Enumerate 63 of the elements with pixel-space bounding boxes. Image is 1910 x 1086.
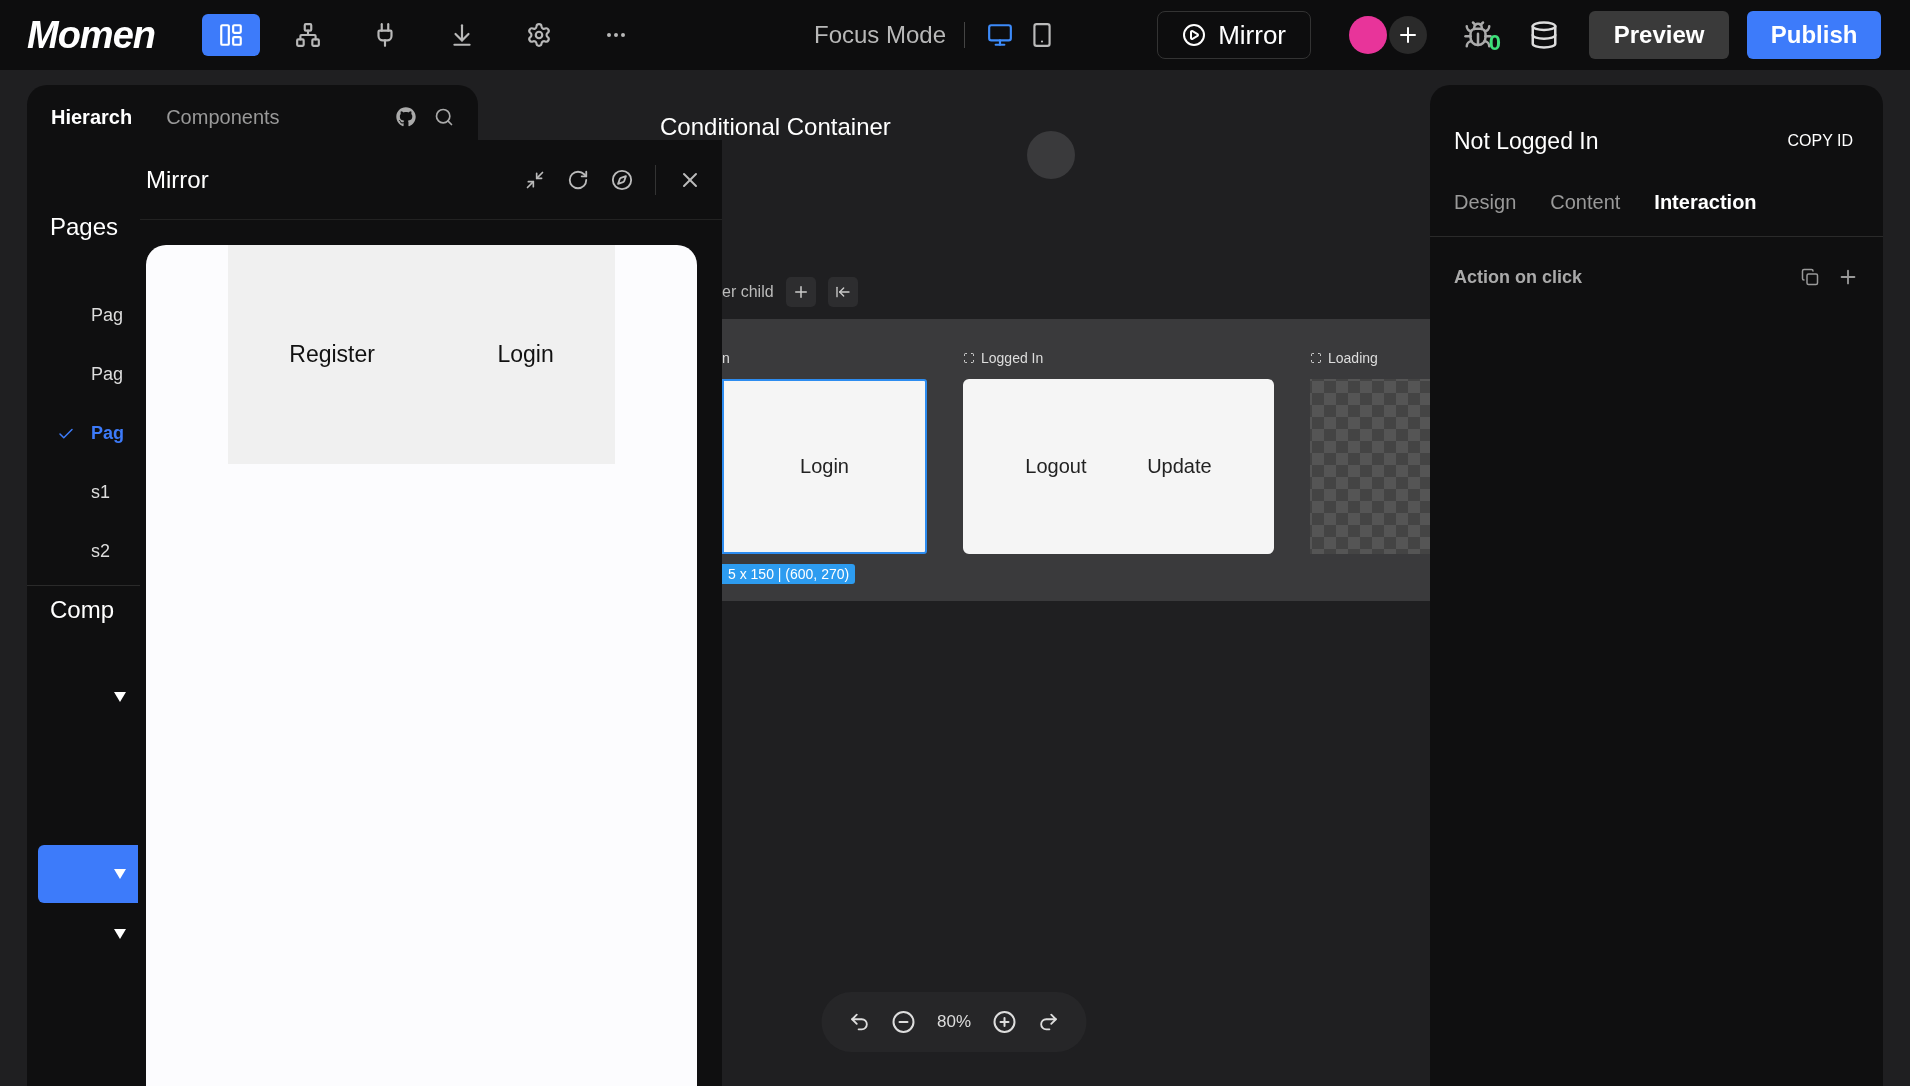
card-button-text[interactable]: Update xyxy=(1147,455,1212,478)
inspector-tab[interactable]: Design xyxy=(1454,191,1517,214)
layout-tool-button[interactable] xyxy=(202,14,260,56)
frame-icon xyxy=(963,352,975,364)
minimize-icon[interactable] xyxy=(525,169,545,190)
condition-label: n xyxy=(722,350,730,366)
cursor-highlight xyxy=(1027,131,1075,179)
page-item[interactable]: Pag xyxy=(91,305,124,326)
condition-label: Logged In xyxy=(981,350,1044,366)
zoom-out-button[interactable] xyxy=(891,1010,916,1034)
hierarchy-icon xyxy=(295,22,321,48)
preview-button[interactable]: Preview xyxy=(1589,11,1730,59)
page-item[interactable]: s1 xyxy=(91,482,110,503)
page-item[interactable]: Pag xyxy=(91,423,124,444)
redo-button[interactable] xyxy=(1037,1011,1060,1033)
logo: Momen xyxy=(27,13,156,57)
size-tag: 5 x 150 | (600, 270) xyxy=(722,564,856,584)
inspector-title: Not Logged In xyxy=(1454,127,1599,155)
collapse-left-icon xyxy=(834,284,851,300)
desktop-icon xyxy=(987,22,1014,48)
add-button[interactable] xyxy=(785,277,816,307)
page-item[interactable]: s2 xyxy=(91,541,110,562)
github-icon[interactable] xyxy=(396,107,416,127)
mirror-title: Mirror xyxy=(146,165,209,194)
copy-icon[interactable] xyxy=(1801,268,1819,286)
play-icon xyxy=(1182,23,1207,47)
database-icon[interactable] xyxy=(1529,20,1560,50)
focus-mode-label[interactable]: Focus Mode xyxy=(814,21,947,49)
refresh-icon[interactable] xyxy=(567,168,589,191)
card-button-text[interactable]: Logout xyxy=(1025,455,1087,478)
toolbar-label: er child xyxy=(722,283,774,301)
mirror-button[interactable]: Mirror xyxy=(1157,11,1312,59)
condition-card[interactable]: Login xyxy=(722,379,927,554)
settings-icon xyxy=(526,22,552,48)
inspector-tab[interactable]: Content xyxy=(1550,191,1621,214)
publish-button[interactable]: Publish xyxy=(1747,11,1882,59)
search-icon[interactable] xyxy=(434,107,454,127)
components-heading: Comp xyxy=(49,595,116,625)
preview-button-text[interactable]: Login xyxy=(497,341,554,368)
condition-card[interactable]: Logout Update xyxy=(963,379,1274,554)
preview-button-text[interactable]: Register xyxy=(289,341,375,368)
page-item[interactable]: Pag xyxy=(91,364,124,385)
panel-tab[interactable]: Hierarch xyxy=(51,105,133,129)
inspector-tab[interactable]: Interaction xyxy=(1654,191,1757,214)
pages-heading: Pages xyxy=(49,212,120,242)
card-button-text[interactable]: Login xyxy=(800,455,849,478)
breadcrumb: Conditional Container xyxy=(659,113,892,142)
frame-icon xyxy=(1310,352,1322,364)
zoom-in-button[interactable] xyxy=(992,1010,1017,1034)
copy-id-button[interactable]: COPY ID xyxy=(1781,131,1859,151)
condition-label: Loading xyxy=(1328,350,1378,366)
panel-tab[interactable]: Components xyxy=(166,105,280,129)
undo-button[interactable] xyxy=(848,1011,871,1033)
collapse-button[interactable] xyxy=(827,277,858,307)
caret-icon[interactable] xyxy=(114,692,126,702)
compass-icon[interactable] xyxy=(611,168,633,191)
caret-icon[interactable] xyxy=(114,929,126,939)
section-title: Action on click xyxy=(1454,266,1583,288)
layout-icon xyxy=(218,22,244,48)
zoom-level: 80% xyxy=(936,1012,971,1032)
bug-count: 0 xyxy=(1488,30,1502,56)
add-collaborator-button[interactable] xyxy=(1389,16,1428,54)
avatar[interactable] xyxy=(1349,16,1388,54)
